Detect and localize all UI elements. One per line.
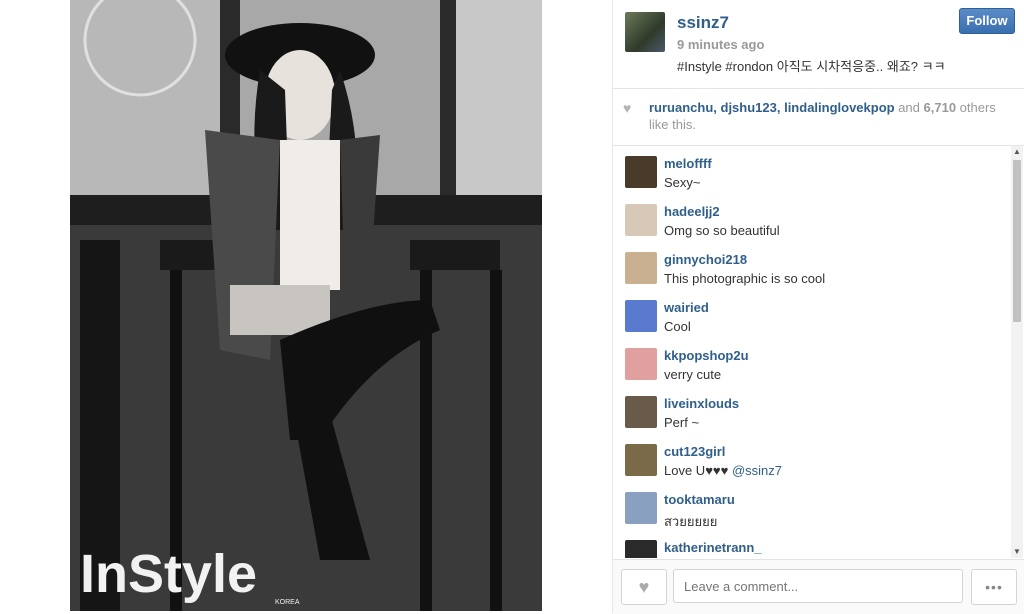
commenter-username[interactable]: cut123girl [664, 444, 725, 459]
more-options-button[interactable]: ••• [971, 569, 1017, 605]
comment-item: tooktamaru สวยยยยย [613, 482, 1011, 530]
commenter-username[interactable]: tooktamaru [664, 492, 735, 507]
comment-text: This photographic is so cool [664, 271, 826, 286]
likers-list[interactable]: ruruanchu, djshu123, lindalinglovekpop [649, 100, 895, 115]
post-time[interactable]: 9 minutes ago [677, 37, 764, 52]
photo-brand: InStyle [80, 544, 257, 604]
commenter-avatar[interactable] [625, 540, 657, 558]
commenter-avatar[interactable] [625, 156, 657, 188]
commenter-username[interactable]: ginnychoi218 [664, 252, 747, 267]
commenter-username[interactable]: liveinxlouds [664, 396, 739, 411]
likes-and: and [894, 100, 924, 115]
scroll-up-icon[interactable]: ▲ [1011, 146, 1023, 158]
comment-text: สวยยยยย [664, 514, 718, 529]
comment-item: katherinetrann_ [613, 530, 1011, 558]
owner-username[interactable]: ssinz7 [677, 13, 729, 33]
commenter-avatar[interactable] [625, 348, 657, 380]
commenter-username[interactable]: kkpopshop2u [664, 348, 749, 363]
comment-item: wairied Cool [613, 290, 1011, 338]
likes-section: ♥ ruruanchu, djshu123, lindalinglovekpop… [613, 89, 1024, 146]
heart-icon: ♥ [638, 577, 650, 597]
comment-text: Omg so so beautiful [664, 223, 780, 238]
commenter-username[interactable]: wairied [664, 300, 709, 315]
comment-item: cut123girl Love U♥♥♥ @ssinz7 [613, 434, 1011, 482]
post-sidebar: ssinz7 9 minutes ago #Instyle #rondon 아직… [612, 0, 1024, 614]
photo-area: InStyle KOREA [0, 0, 612, 613]
comment-body: Love U♥♥♥ [664, 463, 732, 478]
commenter-avatar[interactable] [625, 396, 657, 428]
commenter-username[interactable]: katherinetrann_ [664, 540, 762, 555]
comments-list[interactable]: meloffff Sexy~ hadeeljj2 Omg so so beaut… [613, 146, 1011, 558]
commenter-avatar[interactable] [625, 492, 657, 524]
comment-input[interactable] [673, 569, 963, 603]
scroll-thumb[interactable] [1013, 160, 1021, 322]
likes-count: 6,710 [923, 100, 957, 115]
post-caption: #Instyle #rondon 아직도 시차적응중.. 왜죠? ㅋㅋ [677, 59, 946, 74]
post-photo[interactable]: InStyle KOREA [70, 0, 542, 611]
comment-item: meloffff Sexy~ [613, 146, 1011, 194]
photo-brand-sub: KOREA [275, 599, 300, 606]
likes-text: ruruanchu, djshu123, lindalinglovekpop a… [649, 99, 1009, 133]
comment-text: Sexy~ [664, 175, 701, 190]
commenter-username[interactable]: meloffff [664, 156, 712, 171]
commenter-username[interactable]: hadeeljj2 [664, 204, 720, 219]
comment-item: liveinxlouds Perf ~ [613, 386, 1011, 434]
commenter-avatar[interactable] [625, 444, 657, 476]
like-button[interactable]: ♥ [621, 569, 667, 605]
comment-text: Cool [664, 319, 691, 334]
comment-text: Love U♥♥♥ @ssinz7 [664, 463, 782, 478]
comment-mention[interactable]: @ssinz7 [732, 463, 782, 478]
comment-item: hadeeljj2 Omg so so beautiful [613, 194, 1011, 242]
comment-text: Perf ~ [664, 415, 700, 430]
commenter-avatar[interactable] [625, 252, 657, 284]
owner-avatar[interactable] [625, 12, 665, 52]
comment-footer: ♥ ••• [613, 559, 1024, 614]
post-header: ssinz7 9 minutes ago #Instyle #rondon 아직… [613, 0, 1024, 89]
commenter-avatar[interactable] [625, 204, 657, 236]
scroll-down-icon[interactable]: ▼ [1011, 546, 1023, 558]
comments-scrollbar[interactable]: ▲ ▼ [1011, 146, 1023, 558]
commenter-avatar[interactable] [625, 300, 657, 332]
comment-item: ginnychoi218 This photographic is so coo… [613, 242, 1011, 290]
heart-icon: ♥ [623, 100, 632, 116]
follow-button[interactable]: Follow [959, 8, 1015, 34]
comment-item: kkpopshop2u verry cute [613, 338, 1011, 386]
comment-text: verry cute [664, 367, 722, 382]
